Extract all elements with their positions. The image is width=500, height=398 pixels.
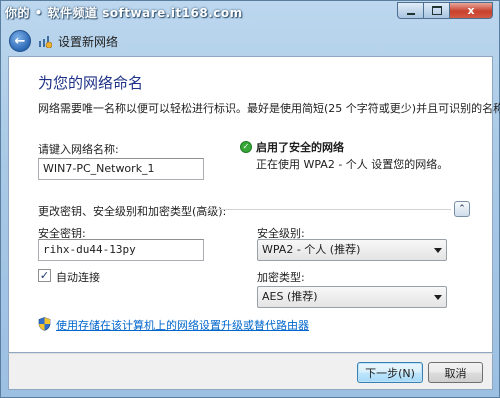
cancel-button[interactable]: 取消: [428, 362, 483, 383]
page-heading: 为您的网络命名: [38, 74, 144, 92]
network-setup-icon: [38, 34, 53, 49]
dropdown-arrow-icon: [434, 295, 442, 300]
encryption-type-label: 加密类型:: [257, 271, 305, 284]
maximize-button[interactable]: [423, 2, 449, 19]
security-status-title: 启用了安全的网络: [256, 141, 344, 154]
security-status-subtitle: 正在使用 WPA2 - 个人 设置您的网络。: [256, 158, 449, 171]
watermark: 你的 • 软件频道 software.it168.com: [5, 6, 243, 20]
window-frame: 你的 • 软件频道 software.it168.com x ← 设置新网络 为…: [0, 0, 500, 398]
button-bar: 下一步(N) 取消: [8, 353, 493, 390]
back-arrow-icon: ←: [14, 33, 26, 49]
close-button[interactable]: x: [449, 2, 493, 19]
back-button[interactable]: ←: [9, 30, 31, 52]
auto-connect-checkbox[interactable]: ✓: [38, 269, 51, 282]
page-description: 网络需要唯一名称以便可以轻松进行标识。最好是使用简短(25 个字符或更少)并且可…: [38, 102, 500, 115]
caption-buttons: x: [397, 2, 493, 19]
wizard-content: 为您的网络命名 网络需要唯一名称以便可以轻松进行标识。最好是使用简短(25 个字…: [8, 56, 500, 353]
navigation-bar: ← 设置新网络: [9, 30, 118, 52]
collapse-advanced-button[interactable]: ⌃: [454, 201, 470, 217]
dropdown-arrow-icon: [434, 248, 442, 253]
window-title: 设置新网络: [58, 34, 119, 49]
auto-connect-label: 自动连接: [56, 271, 100, 284]
advanced-divider: [205, 209, 451, 210]
router-upgrade-link[interactable]: 使用存储在该计算机上的网络设置升级或替代路由器: [56, 317, 309, 333]
network-name-input[interactable]: WIN7-PC_Network_1: [38, 158, 204, 180]
maximize-icon: [431, 6, 442, 15]
security-level-value: WPA2 - 个人 (推荐): [262, 243, 361, 256]
uac-shield-icon: [38, 317, 51, 331]
security-level-select[interactable]: WPA2 - 个人 (推荐): [257, 239, 447, 261]
minimize-button[interactable]: [397, 2, 423, 19]
security-key-input[interactable]: rihx-du44-13py: [38, 239, 204, 261]
checkmark-shield-icon: ✓: [240, 141, 252, 153]
advanced-settings-label: 更改密钥、安全级别和加密类型(高级):: [38, 205, 227, 218]
close-icon: x: [467, 4, 475, 17]
encryption-type-select[interactable]: AES (推荐): [257, 286, 447, 308]
network-name-label: 请键入网络名称:: [38, 143, 119, 156]
minimize-icon: [406, 12, 415, 15]
encryption-type-value: AES (推荐): [262, 290, 318, 303]
chevron-up-icon: ⌃: [458, 204, 466, 214]
next-button[interactable]: 下一步(N): [357, 362, 423, 383]
